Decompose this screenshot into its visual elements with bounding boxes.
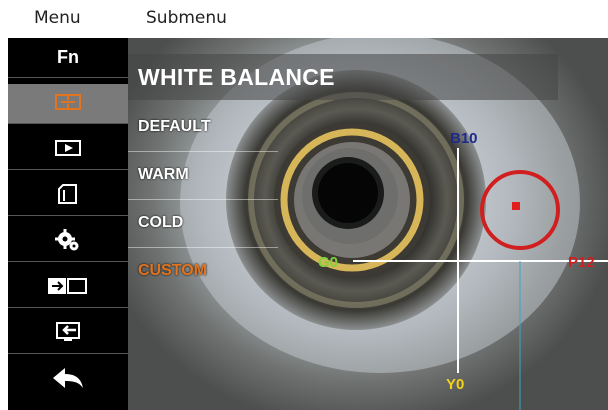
submenu-caption: Submenu (146, 8, 227, 28)
label-b: B10 (450, 130, 478, 147)
usb-connect-icon (46, 276, 90, 300)
white-balance-icon (54, 92, 82, 116)
main-menu: Fn (8, 38, 128, 410)
menu-item-usb[interactable] (8, 268, 128, 308)
label-y: Y0 (446, 376, 465, 393)
menu-item-playback[interactable] (8, 130, 128, 170)
back-arrow-icon (51, 366, 85, 394)
export-icon (54, 321, 82, 347)
playback-icon (54, 138, 82, 162)
wb-crosshair (353, 148, 608, 410)
camera-view: WHITE BALANCE DEFAULT WARM COLD CUSTOM B… (128, 38, 608, 410)
target-marker (512, 202, 520, 210)
memory-card-icon (56, 183, 80, 209)
fn-label: Fn (57, 47, 79, 67)
menu-item-fn[interactable]: Fn (8, 38, 128, 78)
menu-item-back[interactable] (8, 360, 128, 400)
menu-item-white-balance[interactable] (8, 84, 128, 124)
menu-item-settings[interactable] (8, 222, 128, 262)
settings-gears-icon (54, 228, 82, 256)
menu-item-memory[interactable] (8, 176, 128, 216)
menu-caption: Menu (34, 8, 81, 28)
menu-item-export[interactable] (8, 314, 128, 354)
label-g: G0 (318, 254, 339, 271)
label-p: P12 (568, 254, 595, 271)
device-screen: Fn WHITE BALANCE DEFAULT WARM COLD CUSTO… (8, 38, 608, 410)
